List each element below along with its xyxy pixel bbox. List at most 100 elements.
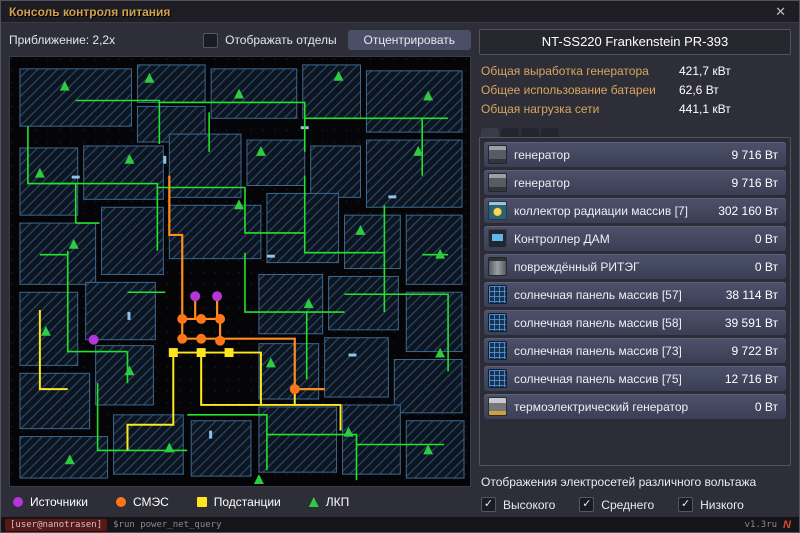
source-row[interactable]: солнечная панель массив [57] 38 114 Вт [484, 282, 786, 307]
source-row[interactable]: солнечная панель массив [75] 12 716 Вт [484, 366, 786, 391]
rtg-icon [488, 257, 507, 276]
voltage-section: Отображения электросетей различного воль… [479, 475, 791, 512]
source-row[interactable]: солнечная панель массив [58] 39 591 Вт [484, 310, 786, 335]
zoom-level-label: Приближение: 2,2x [9, 33, 115, 47]
solar-panel-icon [488, 369, 507, 388]
voltage-section-title: Отображения электросетей различного воль… [481, 475, 791, 489]
terminal-command: $run power_net_query [113, 520, 221, 530]
source-row[interactable]: термоэлектрический генератор 0 Вт [484, 394, 786, 419]
sources-list: генератор 9 716 Вт генератор 9 716 Вт ко… [479, 137, 791, 466]
center-button[interactable]: Отцентрировать [348, 30, 472, 50]
voltage-options: ✓ Высокого ✓ Среднего ✓ Низкого [481, 497, 791, 512]
station-map-svg [10, 57, 470, 486]
source-value: 0 Вт [755, 400, 778, 414]
legend-item: Подстанции [197, 495, 281, 509]
stat-label: Общая нагрузка сети [481, 102, 679, 117]
stat-row: Общая нагрузка сети 441,1 кВт [481, 102, 789, 117]
stat-value: 62,6 Вт [679, 83, 719, 98]
stat-row: Общая выработка генератора 421,7 кВт [481, 64, 789, 79]
checkbox-box-icon: ✓ [579, 497, 594, 512]
legend-label: СМЭС [133, 495, 169, 509]
solar-panel-icon [488, 313, 507, 332]
tab[interactable] [481, 128, 499, 137]
window-title: Консоль контроля питания [9, 5, 170, 19]
titlebar: Консоль контроля питания ✕ [1, 1, 799, 23]
solar-panel-icon [488, 285, 507, 304]
solar-panel-icon [488, 341, 507, 360]
map-legend: Источники СМЭС Подстанции ЛКП [9, 492, 471, 512]
show-departments-checkbox[interactable]: Отображать отделы [203, 33, 337, 48]
checkbox-label: Отображать отделы [225, 33, 337, 47]
source-value: 0 Вт [755, 232, 778, 246]
legend-label: Источники [30, 495, 88, 509]
tab[interactable] [521, 128, 539, 137]
source-value: 39 591 Вт [725, 316, 778, 330]
tab[interactable] [501, 128, 519, 137]
source-label: термоэлектрический генератор [514, 400, 748, 414]
legend-item: Источники [13, 495, 88, 509]
voltage-checkbox-label: Среднего [601, 498, 654, 512]
stat-value: 441,1 кВт [679, 102, 731, 117]
legend-marker-icon [116, 497, 126, 507]
source-label: солнечная панель массив [57] [514, 288, 719, 302]
source-label: повреждённый РИТЭГ [514, 260, 748, 274]
statusbar: [user@nanotrasen] $run power_net_query v… [1, 516, 799, 532]
map-controls: Приближение: 2,2x Отображать отделы Отце… [9, 29, 471, 51]
legend-marker-icon [13, 497, 23, 507]
legend-label: ЛКП [326, 495, 350, 509]
legend-marker-icon [197, 497, 207, 507]
source-label: коллектор радиации массив [7] [514, 204, 711, 218]
generator-icon [488, 173, 507, 192]
tab[interactable] [541, 128, 559, 137]
checkbox-box-icon: ✓ [678, 497, 693, 512]
source-label: солнечная панель массив [75] [514, 372, 718, 386]
source-row[interactable]: генератор 9 716 Вт [484, 170, 786, 195]
voltage-checkbox[interactable]: ✓ Низкого [678, 497, 744, 512]
checkbox-box-icon: ✓ [481, 497, 496, 512]
voltage-checkbox[interactable]: ✓ Среднего [579, 497, 654, 512]
nt-logo-icon: N [783, 519, 791, 531]
generator-icon [488, 145, 507, 164]
source-label: генератор [514, 148, 725, 162]
source-row[interactable]: Контроллер ДАМ 0 Вт [484, 226, 786, 251]
teg-icon [488, 397, 507, 416]
source-value: 38 114 Вт [726, 288, 778, 302]
power-stats: Общая выработка генератора 421,7 кВт Общ… [481, 64, 789, 117]
legend-item: ЛКП [309, 495, 350, 509]
power-map[interactable] [9, 56, 471, 487]
stat-value: 421,7 кВт [679, 64, 731, 79]
map-panel: Приближение: 2,2x Отображать отделы Отце… [9, 29, 471, 512]
content: Приближение: 2,2x Отображать отделы Отце… [1, 23, 799, 516]
tab-bar [479, 128, 791, 137]
side-panel: NT-SS220 Frankenstein PR-393 Общая выраб… [479, 29, 791, 512]
station-name: NT-SS220 Frankenstein PR-393 [479, 29, 791, 55]
source-value: 12 716 Вт [725, 372, 778, 386]
source-row[interactable]: генератор 9 716 Вт [484, 142, 786, 167]
radiation-collector-icon [488, 201, 507, 220]
power-console-window: Консоль контроля питания ✕ Приближение: … [0, 0, 800, 533]
legend-label: Подстанции [214, 495, 281, 509]
ame-controller-icon [488, 229, 507, 248]
source-label: Контроллер ДАМ [514, 232, 748, 246]
legend-item: СМЭС [116, 495, 169, 509]
legend-marker-icon [309, 497, 319, 507]
close-button[interactable]: ✕ [772, 4, 789, 19]
voltage-checkbox-label: Высокого [503, 498, 555, 512]
source-label: солнечная панель массив [58] [514, 316, 718, 330]
terminal-prompt: [user@nanotrasen] [5, 519, 107, 531]
source-label: солнечная панель массив [73] [514, 344, 725, 358]
source-row[interactable]: коллектор радиации массив [7] 302 160 Вт [484, 198, 786, 223]
version-label: v1.3ru [745, 520, 778, 530]
stat-label: Общая выработка генератора [481, 64, 679, 79]
source-value: 9 716 Вт [732, 176, 778, 190]
source-value: 9 716 Вт [732, 148, 778, 162]
source-label: генератор [514, 176, 725, 190]
source-value: 302 160 Вт [718, 204, 778, 218]
source-row[interactable]: солнечная панель массив [73] 9 722 Вт [484, 338, 786, 363]
stat-label: Общее использование батареи [481, 83, 679, 98]
source-value: 0 Вт [755, 260, 778, 274]
voltage-checkbox[interactable]: ✓ Высокого [481, 497, 555, 512]
stat-row: Общее использование батареи 62,6 Вт [481, 83, 789, 98]
voltage-checkbox-label: Низкого [700, 498, 744, 512]
source-row[interactable]: повреждённый РИТЭГ 0 Вт [484, 254, 786, 279]
